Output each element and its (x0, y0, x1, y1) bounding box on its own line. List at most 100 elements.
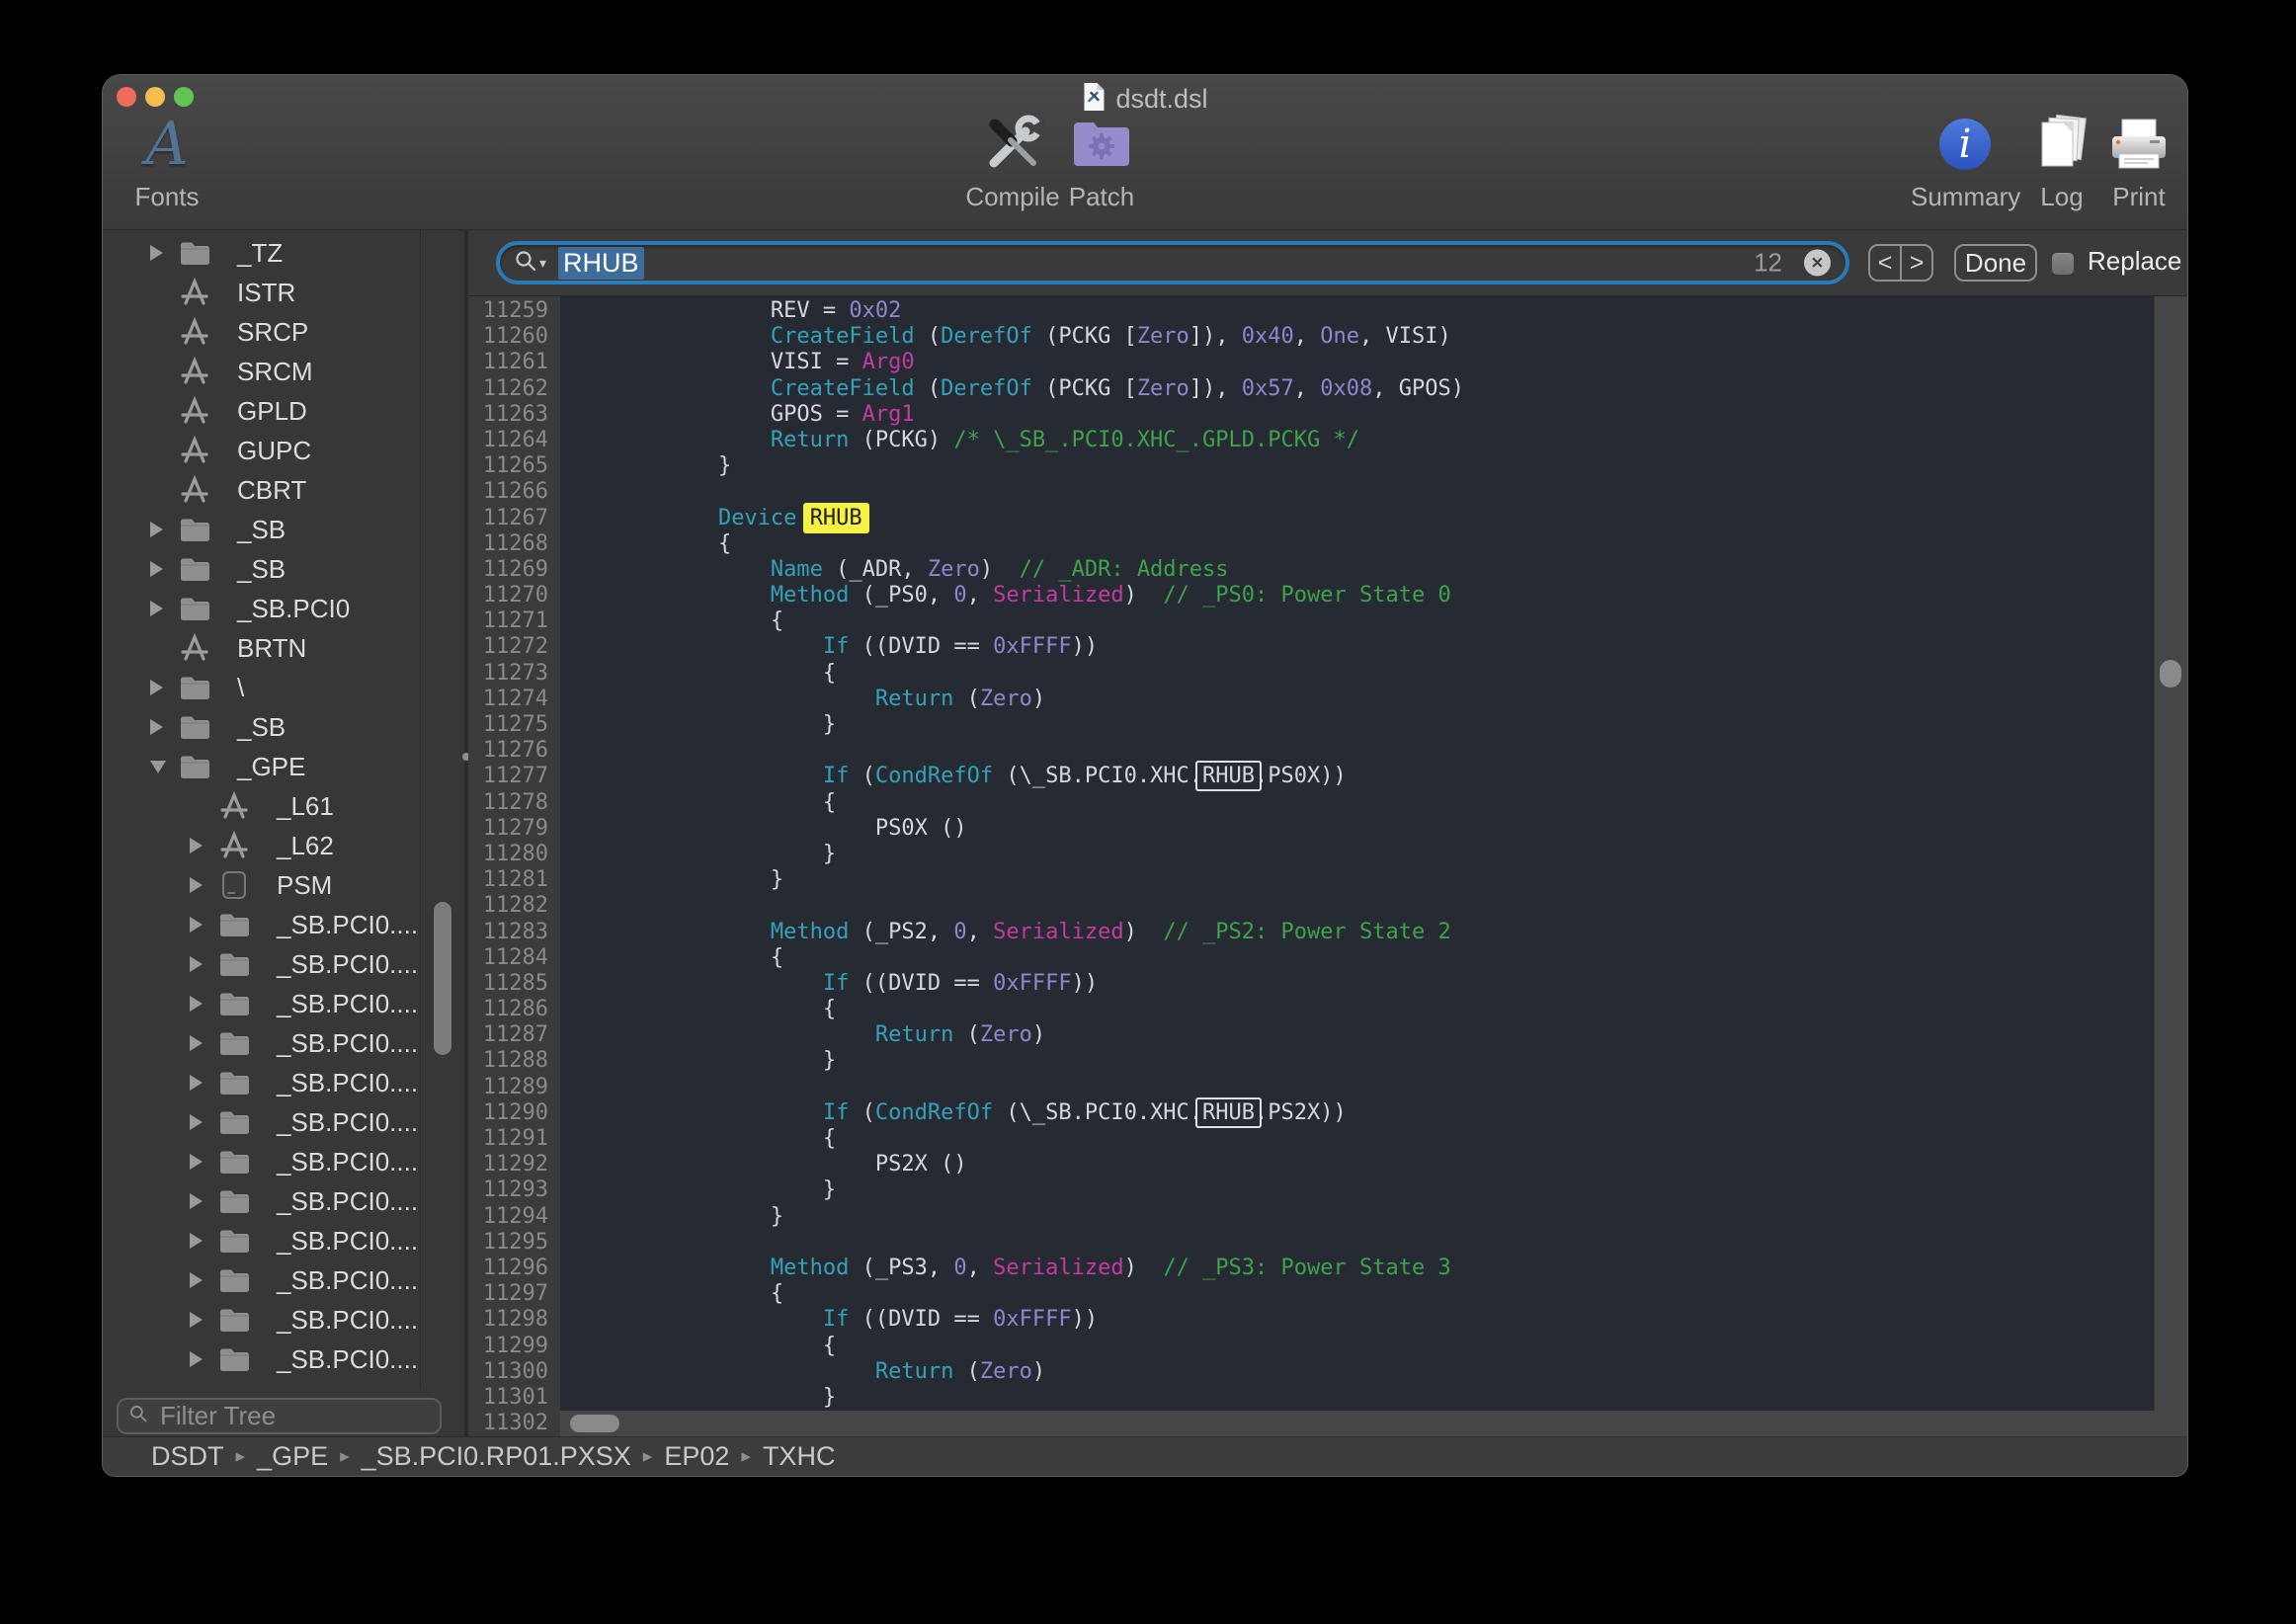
disclosure-triangle-icon[interactable] (190, 877, 217, 893)
toolbar-item-patch[interactable]: Patch (1047, 109, 1156, 212)
disclosure-triangle-icon[interactable] (190, 1154, 217, 1170)
minimize-button[interactable] (145, 87, 165, 107)
tree-item-label: _SB.PCI0.... (277, 1147, 418, 1177)
tree-item[interactable]: BRTN (103, 628, 421, 668)
tree-item[interactable]: CBRT (103, 470, 421, 510)
toolbar-item-fonts[interactable]: A Fonts (113, 109, 221, 212)
disclosure-triangle-icon[interactable] (190, 917, 217, 933)
tree-item[interactable]: _SB.PCI0.... (103, 1221, 421, 1260)
sidebar-tree[interactable]: _TZISTRSRCPSRCMGPLDGUPCCBRT_SB_SB_SB.PCI… (103, 233, 421, 1388)
tree-item[interactable]: GPLD (103, 391, 421, 431)
disclosure-triangle-icon[interactable] (150, 761, 178, 773)
disclosure-triangle-icon[interactable] (190, 1312, 217, 1328)
tree-item[interactable]: _SB (103, 549, 421, 589)
disclosure-triangle-icon[interactable] (190, 1193, 217, 1209)
tree-item[interactable]: \ (103, 668, 421, 707)
tree-item-label: _SB.PCI0.... (277, 1028, 418, 1059)
tree-item[interactable]: _TZ (103, 233, 421, 273)
code-area[interactable]: REV = 0x02 CreateField (DerefOf (PCKG [Z… (560, 296, 2187, 1436)
vertical-scrollbar-thumb[interactable] (2160, 660, 2181, 688)
disclosure-triangle-icon[interactable] (190, 956, 217, 972)
tree-item[interactable]: _SB (103, 510, 421, 549)
toolbar-item-print[interactable]: Print (2085, 109, 2187, 212)
horizontal-scrollbar[interactable] (560, 1411, 2155, 1436)
clear-search-button[interactable]: ✕ (1804, 250, 1831, 277)
code-editor[interactable]: 1125911260112611126211263112641126511266… (468, 296, 2187, 1436)
find-input[interactable]: ▾ RHUB 12 ✕ (496, 241, 1849, 284)
code-token: REV = (771, 298, 849, 323)
disclosure-triangle-icon[interactable] (190, 1035, 217, 1051)
tree-item[interactable]: PSM (103, 865, 421, 905)
disclosure-triangle-icon[interactable] (150, 601, 178, 616)
tree-item[interactable]: _SB.PCI0.... (103, 1063, 421, 1102)
tree-item[interactable]: GUPC (103, 431, 421, 470)
filter-placeholder: Filter Tree (160, 1401, 276, 1431)
disclosure-triangle-icon[interactable] (190, 1272, 217, 1288)
next-match-button[interactable]: > (1900, 246, 1931, 280)
tree-item[interactable]: _SB.PCI0.... (103, 1300, 421, 1340)
tree-item[interactable]: _SB.PCI0.... (103, 944, 421, 984)
breadcrumb-item[interactable]: TXHC (763, 1441, 836, 1472)
tree-item[interactable]: _SB.PCI0.... (103, 1181, 421, 1221)
previous-match-button[interactable]: < (1870, 246, 1900, 280)
tree-item[interactable]: _SB.PCI0 (103, 589, 421, 628)
tree-item[interactable]: _SB.PCI0.... (103, 1340, 421, 1379)
disclosure-triangle-icon[interactable] (190, 1075, 217, 1091)
tree-item[interactable]: _SB.PCI0.... (103, 1023, 421, 1063)
replace-checkbox[interactable] (2052, 253, 2074, 275)
code-line: { (561, 531, 2187, 557)
tree-item[interactable]: _L61 (103, 786, 421, 826)
code-line: Return (Zero) (561, 1022, 2187, 1048)
done-button[interactable]: Done (1954, 244, 2037, 282)
sidebar-scrollbar-thumb[interactable] (434, 902, 451, 1055)
tree-item[interactable]: _SB (103, 707, 421, 747)
code-token: , (967, 1256, 994, 1280)
disclosure-triangle-icon[interactable] (190, 1114, 217, 1130)
code-token: { (561, 1281, 783, 1306)
vertical-scrollbar[interactable] (2154, 296, 2187, 1436)
code-token: } (561, 712, 836, 737)
tree-item[interactable]: _L62 (103, 826, 421, 865)
line-number: 11276 (468, 738, 560, 764)
disclosure-triangle-icon[interactable] (150, 680, 178, 695)
breadcrumb-item[interactable]: _GPE (257, 1441, 328, 1472)
line-number: 11289 (468, 1075, 560, 1100)
toolbar-item-summary[interactable]: i Summary (1911, 109, 2019, 212)
tree-item[interactable]: SRCP (103, 312, 421, 352)
breadcrumb-item[interactable]: EP02 (664, 1441, 729, 1472)
code-token: ((DVID == (849, 971, 993, 996)
breadcrumb-item[interactable]: DSDT (151, 1441, 224, 1472)
disclosure-triangle-icon[interactable] (190, 838, 217, 853)
printer-icon (2085, 109, 2187, 180)
code-token: } (561, 1177, 836, 1202)
disclosure-triangle-icon[interactable] (190, 1351, 217, 1367)
code-token: .PS0X)) (1255, 764, 1347, 788)
code-token: ((DVID == (849, 634, 993, 659)
disclosure-triangle-icon[interactable] (190, 1233, 217, 1249)
tree-item[interactable]: _SB.PCI0.... (103, 1102, 421, 1142)
line-number: 11259 (468, 298, 560, 324)
chevron-down-icon[interactable]: ▾ (539, 255, 546, 272)
method-icon (178, 436, 211, 465)
tree-item[interactable]: _GPE (103, 747, 421, 786)
close-button[interactable] (117, 87, 136, 107)
tree-item[interactable]: _SB.PCI0.... (103, 905, 421, 944)
breadcrumb-item[interactable]: _SB.PCI0.RP01.PXSX (362, 1441, 631, 1472)
tree-item[interactable]: ISTR (103, 273, 421, 312)
disclosure-triangle-icon[interactable] (150, 561, 178, 577)
code-token: (\_SB.PCI0.XHC. (993, 764, 1202, 788)
tree-item[interactable]: _SB.PCI0.... (103, 984, 421, 1023)
zoom-button[interactable] (174, 87, 194, 107)
tree-item[interactable]: _SB.PCI0.... (103, 1142, 421, 1181)
tree-item[interactable]: SRCM (103, 352, 421, 391)
tree-item[interactable]: _SB.PCI0.... (103, 1379, 421, 1388)
tree-item[interactable]: _SB.PCI0.... (103, 1260, 421, 1300)
disclosure-triangle-icon[interactable] (150, 522, 178, 537)
disclosure-triangle-icon[interactable] (150, 245, 178, 261)
line-number: 11262 (468, 376, 560, 402)
disclosure-triangle-icon[interactable] (190, 996, 217, 1012)
horizontal-scrollbar-thumb[interactable] (570, 1415, 619, 1432)
code-token: 0x57 (1242, 376, 1294, 401)
disclosure-triangle-icon[interactable] (150, 719, 178, 735)
filter-tree-input[interactable]: Filter Tree (117, 1398, 442, 1434)
